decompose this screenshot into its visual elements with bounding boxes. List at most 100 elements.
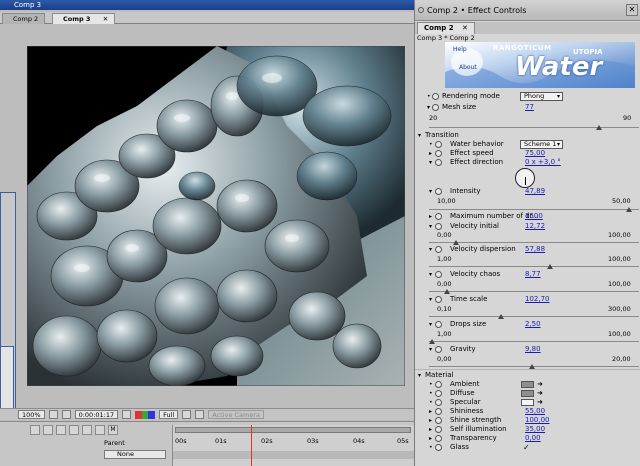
stopwatch-icon[interactable]: [432, 93, 439, 100]
eyedropper-icon[interactable]: ➜: [537, 399, 549, 406]
graph-editor-icon[interactable]: [69, 425, 79, 435]
info-panel: [0, 346, 14, 410]
window-menu-icon[interactable]: [418, 7, 424, 13]
motion-blur-icon[interactable]: [56, 425, 66, 435]
timeline-column-header: Parent: [0, 438, 172, 448]
range-min: 1,00: [437, 330, 452, 338]
snapshot-icon[interactable]: [61, 410, 71, 419]
tab-comp-2[interactable]: Comp 2: [2, 13, 46, 24]
range-min: 0,10: [437, 305, 452, 313]
stopwatch-icon[interactable]: [435, 399, 442, 406]
expand-triangle-icon[interactable]: ▾: [427, 102, 430, 113]
color-swatch[interactable]: [521, 390, 534, 397]
time-scale-range: 0,10 300,00: [415, 304, 640, 315]
frame-blending-icon[interactable]: [43, 425, 53, 435]
eyedropper-icon[interactable]: ➜: [537, 390, 549, 397]
breadcrumb: Comp 3 * Comp 2: [417, 34, 475, 42]
banner-title: Water: [515, 52, 603, 82]
stopwatch-icon[interactable]: [435, 408, 442, 415]
range-min: 20: [429, 114, 438, 122]
draft-3d-icon[interactable]: [95, 425, 105, 435]
stopwatch-icon[interactable]: [435, 141, 442, 148]
angle-dial[interactable]: [515, 168, 535, 188]
help-link[interactable]: Help: [453, 46, 467, 53]
velocity-dispersion-slider[interactable]: [429, 264, 639, 269]
range-max: 100,00: [608, 255, 631, 263]
shy-layers-icon[interactable]: [30, 425, 40, 435]
effect-direction-row: ▾ Effect direction 0 x +3,0 °: [415, 157, 640, 168]
layer-row[interactable]: None: [0, 450, 172, 460]
timecode-field[interactable]: 0:00:01:17: [74, 410, 119, 419]
stopwatch-icon[interactable]: [435, 390, 442, 397]
marker-icon[interactable]: M: [108, 425, 118, 435]
live-update-icon[interactable]: [82, 425, 92, 435]
stopwatch-icon[interactable]: [435, 346, 442, 353]
parent-dropdown[interactable]: None: [104, 450, 166, 459]
stopwatch-icon[interactable]: [435, 417, 442, 424]
stopwatch-icon[interactable]: [435, 271, 442, 278]
close-tab-icon[interactable]: ✕: [103, 15, 108, 23]
effect-direction-value[interactable]: 0 x +3,0 °: [525, 157, 561, 168]
camera-dropdown[interactable]: Active Camera: [208, 410, 264, 419]
stopwatch-icon[interactable]: [435, 296, 442, 303]
stopwatch-icon[interactable]: [435, 444, 442, 451]
stopwatch-icon[interactable]: [435, 246, 442, 253]
stopwatch-icon[interactable]: [435, 213, 442, 220]
region-of-interest-icon[interactable]: [182, 410, 192, 419]
range-min: 0,00: [437, 355, 452, 363]
stopwatch-icon[interactable]: [435, 321, 442, 328]
eyedropper-icon[interactable]: ➜: [537, 381, 549, 388]
resolution-dropdown[interactable]: Full: [159, 410, 179, 419]
work-area-bar[interactable]: [175, 427, 411, 433]
expand-triangle-icon[interactable]: ▾: [429, 157, 432, 168]
stopwatch-icon[interactable]: [435, 435, 442, 442]
window-title: Comp 3: [14, 1, 42, 9]
range-max: 100,00: [608, 330, 631, 338]
color-swatch[interactable]: [521, 381, 534, 388]
ruler-tick-labels: 00s 01s 02s 03s 04s 05s: [173, 437, 415, 447]
gravity-slider[interactable]: [429, 364, 639, 369]
safe-margins-icon[interactable]: [48, 410, 58, 419]
camera-icon[interactable]: [122, 410, 132, 419]
transparency-grid-icon[interactable]: [195, 410, 205, 419]
tick-label: 00s: [175, 437, 187, 445]
glass-row: • Glass ✓: [415, 442, 640, 453]
tab-label: Comp 2: [424, 24, 454, 32]
glass-checkbox[interactable]: ✓: [523, 442, 530, 453]
color-swatch[interactable]: [521, 399, 534, 406]
velocity-chaos-slider[interactable]: [429, 289, 639, 294]
mesh-size-value[interactable]: 77: [525, 102, 534, 113]
close-tab-icon[interactable]: ✕: [462, 24, 468, 32]
time-scale-slider[interactable]: [429, 314, 639, 319]
velocity-initial-slider[interactable]: [429, 240, 639, 245]
viewer-controls: 100% 0:00:01:17 Full Active Camera: [0, 408, 414, 420]
stopwatch-icon[interactable]: [435, 223, 442, 230]
layer-duration-bar[interactable]: [173, 451, 415, 459]
tab-comp-2[interactable]: Comp 2 ✕: [417, 22, 475, 34]
channel-icon[interactable]: [135, 410, 156, 419]
intensity-slider[interactable]: [429, 207, 639, 212]
stopwatch-icon[interactable]: [435, 426, 442, 433]
drops-size-slider[interactable]: [429, 339, 639, 344]
about-link[interactable]: About: [459, 64, 477, 71]
close-icon[interactable]: ✕: [626, 4, 638, 16]
velocity-dispersion-range: 1,00 100,00: [415, 254, 640, 265]
effect-controls-titlebar[interactable]: Comp 2 • Effect Controls ✕: [415, 0, 640, 21]
tick-label: 01s: [215, 437, 227, 445]
zoom-dropdown[interactable]: 100%: [18, 410, 45, 419]
bullet-icon: •: [427, 93, 431, 100]
range-max: 90: [623, 114, 632, 122]
rendering-mode-dropdown[interactable]: Phong: [520, 92, 563, 101]
tick-label: 04s: [353, 437, 365, 445]
tab-comp-3[interactable]: Comp 3 ✕: [52, 13, 116, 24]
stopwatch-icon[interactable]: [435, 188, 442, 195]
render-preview[interactable]: [27, 46, 405, 386]
stopwatch-icon[interactable]: [435, 159, 442, 166]
time-ruler[interactable]: 00s 01s 02s 03s 04s 05s: [172, 425, 415, 466]
mesh-size-slider[interactable]: [429, 125, 639, 130]
stopwatch-icon[interactable]: [435, 381, 442, 388]
stopwatch-icon[interactable]: [435, 150, 442, 157]
current-time-indicator[interactable]: [251, 425, 252, 466]
parent-dropdown-value: None: [117, 450, 134, 458]
stopwatch-icon[interactable]: [432, 104, 439, 111]
